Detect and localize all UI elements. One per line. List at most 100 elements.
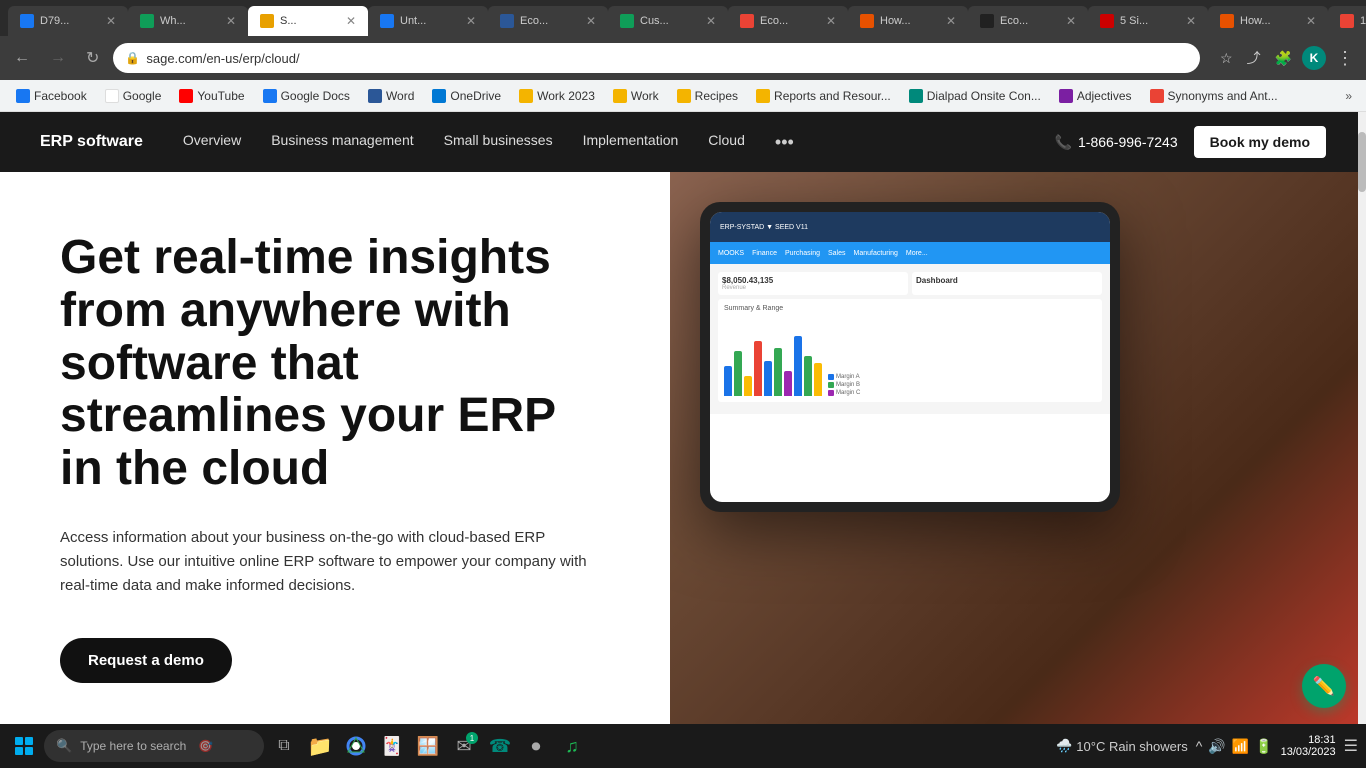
tab-close-5[interactable]: ✕ bbox=[586, 14, 596, 28]
tab-9[interactable]: Eco... ✕ bbox=[968, 6, 1088, 36]
bookmark-word-label: Word bbox=[386, 89, 414, 103]
tab-5[interactable]: Eco... ✕ bbox=[488, 6, 608, 36]
tab-12[interactable]: 10 ... ✕ bbox=[1328, 6, 1366, 36]
vpn-button[interactable]: ⏺ bbox=[520, 730, 552, 762]
tab-close-1[interactable]: ✕ bbox=[106, 14, 116, 28]
more-menu-button[interactable]: ⋮ bbox=[1332, 44, 1358, 73]
mail-button[interactable]: ✉ 1 bbox=[448, 730, 480, 762]
tab-close-4[interactable]: ✕ bbox=[466, 14, 476, 28]
tab-close-2[interactable]: ✕ bbox=[226, 14, 236, 28]
tab-close-9[interactable]: ✕ bbox=[1066, 14, 1076, 28]
reload-button[interactable]: ↻ bbox=[80, 44, 105, 72]
tab-close-10[interactable]: ✕ bbox=[1186, 14, 1196, 28]
tab-2[interactable]: Wh... ✕ bbox=[128, 6, 248, 36]
profile-button[interactable]: K bbox=[1302, 46, 1326, 70]
navigation-bar: ← → ↻ 🔒 sage.com/en-us/erp/cloud/ ☆ ⤴ 🧩 … bbox=[0, 36, 1366, 80]
nav-icons: ☆ ⤴ 🧩 K ⋮ bbox=[1216, 44, 1358, 73]
speaker-icon[interactable]: 🔊 bbox=[1208, 738, 1225, 755]
site-lock-icon: 🔒 bbox=[125, 51, 140, 65]
tab-title-5: Eco... bbox=[520, 15, 580, 27]
nav-link-small-biz[interactable]: Small businesses bbox=[444, 132, 553, 153]
bookmark-google-docs[interactable]: Google Docs bbox=[255, 86, 358, 106]
weather-widget[interactable]: 🌧️ 10°C Rain showers bbox=[1056, 738, 1188, 754]
bookmark-star-button[interactable]: ☆ bbox=[1216, 46, 1237, 71]
tab-11[interactable]: How... ✕ bbox=[1208, 6, 1328, 36]
bookmarks-more-button[interactable]: » bbox=[1339, 86, 1358, 106]
tab-close-3[interactable]: ✕ bbox=[346, 14, 356, 28]
tablet-screen: ERP-SYSTAD ▼ SEED V11 MOOKS Finance Purc… bbox=[710, 212, 1110, 502]
tab-6[interactable]: Cus... ✕ bbox=[608, 6, 728, 36]
forward-button[interactable]: → bbox=[44, 45, 72, 71]
file-explorer-button[interactable]: 📁 bbox=[304, 730, 336, 762]
mail-badge: 1 bbox=[466, 732, 478, 744]
tab-7[interactable]: Eco... ✕ bbox=[728, 6, 848, 36]
bookmark-onedrive-label: OneDrive bbox=[450, 89, 501, 103]
taskbar-search-bar[interactable]: 🔍 Type here to search 🎯 bbox=[44, 730, 264, 762]
tab-10[interactable]: 5 Si... ✕ bbox=[1088, 6, 1208, 36]
book-demo-button[interactable]: Book my demo bbox=[1194, 126, 1326, 158]
back-button[interactable]: ← bbox=[8, 45, 36, 71]
hero-subtitle: Access information about your business o… bbox=[60, 526, 610, 598]
site-phone: 📞 1-866-996-7243 bbox=[1055, 134, 1178, 151]
hero-section: Get real-time insights from anywhere wit… bbox=[0, 172, 1366, 728]
bookmark-google[interactable]: Google bbox=[97, 86, 170, 106]
send-button[interactable]: ⤴ bbox=[1243, 44, 1265, 72]
bookmark-onedrive[interactable]: OneDrive bbox=[424, 86, 509, 106]
music-button[interactable]: ♫ bbox=[556, 730, 588, 762]
work2023-icon bbox=[519, 89, 533, 103]
tablet-content: $8,050.43,135 Revenue Dashboard Summary … bbox=[710, 264, 1110, 414]
edit-fab[interactable]: ✏️ bbox=[1302, 664, 1346, 708]
tab-close-11[interactable]: ✕ bbox=[1306, 14, 1316, 28]
extensions-button[interactable]: 🧩 bbox=[1271, 46, 1296, 71]
bookmark-adjectives[interactable]: Adjectives bbox=[1051, 86, 1140, 106]
scrollbar-thumb[interactable] bbox=[1358, 132, 1366, 192]
battery-icon[interactable]: 🔋 bbox=[1255, 738, 1272, 755]
clock[interactable]: 18:31 13/03/2023 bbox=[1281, 734, 1336, 758]
request-demo-button[interactable]: Request a demo bbox=[60, 638, 232, 683]
tablet-nav: MOOKS Finance Purchasing Sales Manufactu… bbox=[710, 242, 1110, 264]
site-nav-right: 📞 1-866-996-7243 Book my demo bbox=[1055, 126, 1326, 158]
start-button[interactable] bbox=[8, 730, 40, 762]
bookmark-synonyms[interactable]: Synonyms and Ant... bbox=[1142, 86, 1286, 106]
tab-close-6[interactable]: ✕ bbox=[706, 14, 716, 28]
nav-more-button[interactable]: ••• bbox=[775, 132, 794, 153]
bookmark-word[interactable]: Word bbox=[360, 86, 422, 106]
youtube-icon bbox=[179, 89, 193, 103]
site-nav-links: Overview Business management Small busin… bbox=[183, 132, 1015, 153]
bookmark-dialpad[interactable]: Dialpad Onsite Con... bbox=[901, 86, 1049, 106]
bookmark-recipes[interactable]: Recipes bbox=[669, 86, 746, 106]
tab-1[interactable]: D79... ✕ bbox=[8, 6, 128, 36]
tab-4[interactable]: Unt... ✕ bbox=[368, 6, 488, 36]
bookmark-facebook[interactable]: Facebook bbox=[8, 86, 95, 106]
address-bar[interactable]: 🔒 sage.com/en-us/erp/cloud/ bbox=[113, 43, 1200, 73]
bookmark-work[interactable]: Work bbox=[605, 86, 667, 106]
tab-8[interactable]: How... ✕ bbox=[848, 6, 968, 36]
network-icon[interactable]: 📶 bbox=[1232, 738, 1249, 755]
synonyms-icon bbox=[1150, 89, 1164, 103]
bookmark-reports[interactable]: Reports and Resour... bbox=[748, 86, 899, 106]
store-button[interactable]: 🪟 bbox=[412, 730, 444, 762]
time-display: 18:31 bbox=[1281, 734, 1336, 746]
hero-background: ERP-SYSTAD ▼ SEED V11 MOOKS Finance Purc… bbox=[670, 172, 1366, 728]
notification-button[interactable]: ☰ bbox=[1344, 736, 1358, 756]
nav-link-cloud[interactable]: Cloud bbox=[708, 132, 745, 153]
phone-button[interactable]: ☎ bbox=[484, 730, 516, 762]
chrome-button[interactable] bbox=[340, 730, 372, 762]
tab-3-active[interactable]: S... ✕ bbox=[248, 6, 368, 36]
bookmark-youtube-label: YouTube bbox=[197, 89, 244, 103]
task-view-button[interactable]: ⧉ bbox=[268, 730, 300, 762]
tab-close-7[interactable]: ✕ bbox=[826, 14, 836, 28]
scrollbar[interactable] bbox=[1358, 112, 1366, 728]
bookmark-youtube[interactable]: YouTube bbox=[171, 86, 252, 106]
nav-link-overview[interactable]: Overview bbox=[183, 132, 241, 153]
cards-app-button[interactable]: 🃏 bbox=[376, 730, 408, 762]
bookmark-work2023[interactable]: Work 2023 bbox=[511, 86, 603, 106]
nav-link-implementation[interactable]: Implementation bbox=[583, 132, 679, 153]
phone-number: 1-866-996-7243 bbox=[1078, 134, 1178, 150]
nav-link-business[interactable]: Business management bbox=[271, 132, 413, 153]
taskbar: 🔍 Type here to search 🎯 ⧉ 📁 🃏 🪟 ✉ 1 ☎ ⏺ … bbox=[0, 724, 1366, 768]
chevron-up-icon[interactable]: ^ bbox=[1196, 738, 1203, 754]
tab-close-8[interactable]: ✕ bbox=[946, 14, 956, 28]
hero-title: Get real-time insights from anywhere wit… bbox=[60, 232, 610, 496]
tab-favicon-9 bbox=[980, 14, 994, 28]
